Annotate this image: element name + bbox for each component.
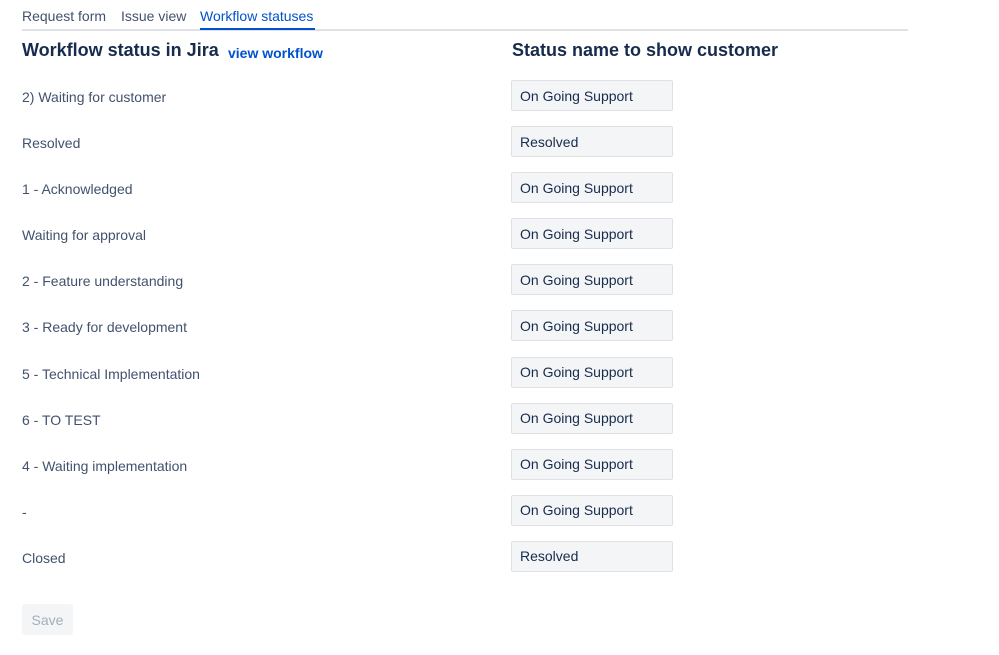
customer-status-input[interactable] — [511, 172, 673, 204]
status-row: Resolved — [0, 126, 999, 172]
status-row: Waiting for approval — [0, 218, 999, 264]
workflow-status-label: Closed — [22, 549, 66, 566]
customer-status-input[interactable] — [511, 264, 673, 296]
workflow-status-label: - — [22, 503, 27, 520]
status-row: 5 - Technical Implementation — [0, 356, 999, 403]
tab-issue-view[interactable]: Issue view — [121, 7, 186, 25]
workflow-status-heading: Workflow status in Jira — [22, 40, 219, 60]
status-row: 3 - Ready for development — [0, 310, 999, 356]
view-workflow-link[interactable]: view workflow — [228, 45, 323, 61]
status-row: - — [0, 494, 999, 541]
tab-request-form[interactable]: Request form — [22, 7, 106, 25]
status-row: 6 - TO TEST — [0, 402, 999, 449]
workflow-status-label: 4 - Waiting implementation — [22, 457, 188, 474]
status-mapping-list: 2) Waiting for customer Resolved 1 - Ack… — [0, 80, 999, 587]
customer-status-input[interactable] — [511, 218, 673, 250]
save-button[interactable]: Save — [22, 604, 73, 635]
customer-status-heading: Status name to show customer — [512, 40, 779, 60]
tab-bar: Request form Issue view Workflow statuse… — [22, 0, 908, 31]
customer-status-input[interactable] — [511, 310, 673, 342]
customer-status-input[interactable] — [511, 80, 673, 111]
active-tab-indicator — [200, 28, 315, 30]
status-row: Closed — [0, 540, 999, 587]
workflow-statuses-page: Request form Issue view Workflow statuse… — [0, 0, 999, 655]
workflow-status-label: 6 - TO TEST — [22, 411, 101, 428]
customer-status-input[interactable] — [511, 356, 673, 388]
workflow-status-label: 2 - Feature understanding — [22, 273, 184, 290]
status-row: 2 - Feature understanding — [0, 264, 999, 310]
workflow-status-label: 1 - Acknowledged — [22, 181, 133, 198]
workflow-status-label: 2) Waiting for customer — [22, 89, 167, 105]
workflow-status-label: 3 - Ready for development — [22, 319, 187, 336]
customer-status-input[interactable] — [511, 448, 673, 480]
status-row: 2) Waiting for customer — [0, 80, 999, 126]
workflow-status-label: Waiting for approval — [22, 227, 146, 244]
status-row: 4 - Waiting implementation — [0, 448, 999, 495]
customer-status-input[interactable] — [511, 402, 673, 434]
customer-status-input[interactable] — [511, 126, 673, 158]
customer-status-input[interactable] — [511, 494, 673, 526]
tab-workflow-statuses[interactable]: Workflow statuses — [200, 7, 313, 25]
customer-status-input[interactable] — [511, 540, 673, 572]
workflow-status-label: 5 - Technical Implementation — [22, 365, 200, 382]
workflow-status-label: Resolved — [22, 135, 81, 152]
status-row: 1 - Acknowledged — [0, 172, 999, 218]
